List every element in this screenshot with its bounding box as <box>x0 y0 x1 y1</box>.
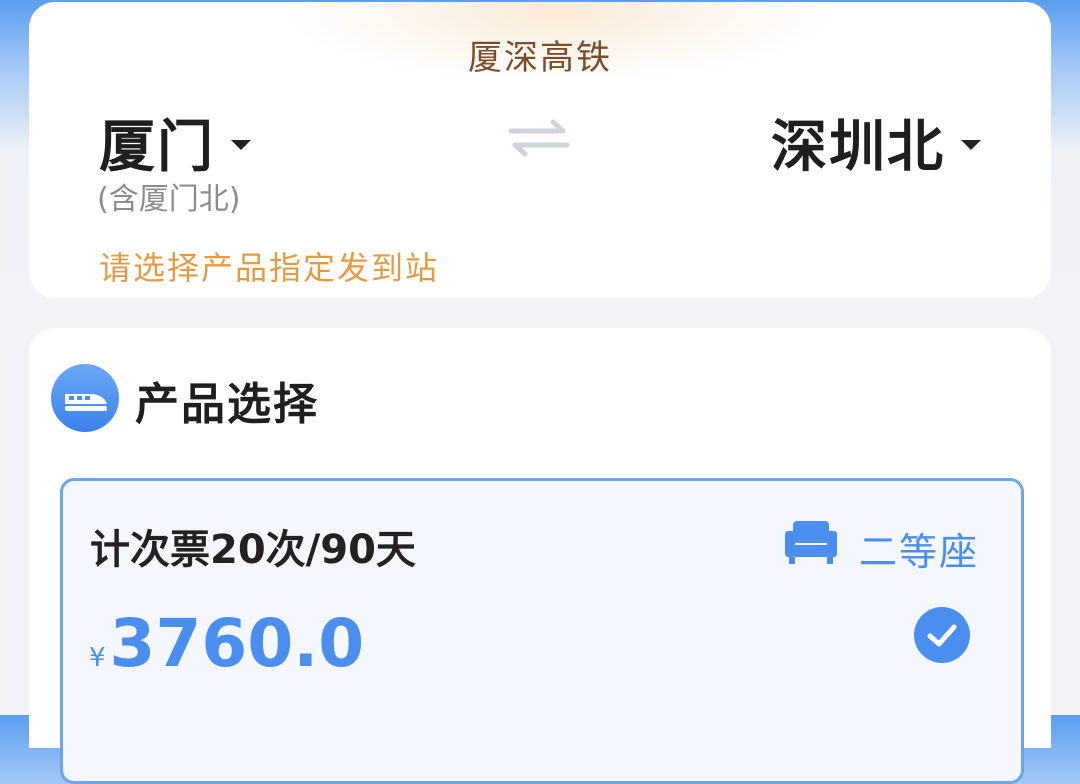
price: ¥ 3760.0 <box>89 605 364 682</box>
product-option[interactable]: 计次票20次/90天 二等座 ¥ 3760.0 <box>60 478 1024 784</box>
route-title: 厦深高铁 <box>468 38 612 78</box>
caret-down-icon <box>961 139 981 150</box>
from-station-name: 厦门 <box>99 115 215 180</box>
section-title: 产品选择 <box>135 379 319 430</box>
swap-arrows-icon[interactable] <box>507 118 571 158</box>
seat-icon <box>785 521 837 564</box>
price-amount: 3760.0 <box>109 605 365 682</box>
caret-down-icon <box>231 139 251 150</box>
to-station-selector[interactable]: 深圳北 <box>771 102 981 183</box>
from-station-selector[interactable]: 厦门 <box>99 102 251 183</box>
seat-type: 二等座 <box>859 530 980 574</box>
check-circle-icon[interactable] <box>914 607 970 663</box>
from-station-note: (含厦门北) <box>97 182 241 217</box>
route-card: 厦深高铁 厦门 (含厦门北) 深圳北 请选择产品指定发到站 <box>29 2 1051 298</box>
train-icon <box>51 364 119 432</box>
currency-symbol: ¥ <box>89 643 106 673</box>
product-card: 产品选择 计次票20次/90天 二等座 ¥ 3760.0 <box>29 328 1051 784</box>
station-hint: 请选择产品指定发到站 <box>99 249 440 287</box>
product-name: 计次票20次/90天 <box>90 527 416 573</box>
to-station-name: 深圳北 <box>771 115 945 180</box>
